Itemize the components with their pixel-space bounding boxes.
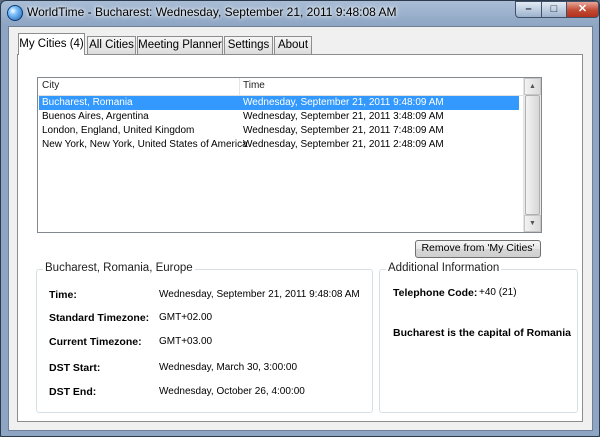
current-timezone-label: Current Timezone: — [49, 336, 142, 348]
dst-start-label: DST Start: — [49, 362, 101, 374]
tab-all-cities[interactable]: All Cities — [87, 36, 136, 54]
dst-end-value: Wednesday, October 26, 4:00:00 — [159, 386, 305, 397]
tab-about[interactable]: About — [274, 36, 312, 54]
city-name: London, England, United Kingdom — [42, 125, 195, 136]
time-label: Time: — [49, 289, 77, 301]
list-item[interactable]: Buenos Aires, Argentina Wednesday, Septe… — [39, 110, 519, 124]
dst-start-value: Wednesday, March 30, 3:00:00 — [159, 362, 298, 373]
app-window: WorldTime - Bucharest: Wednesday, Septem… — [0, 0, 600, 437]
vertical-scrollbar[interactable]: ▲ ▼ — [523, 78, 541, 232]
column-header-time[interactable]: Time — [243, 80, 265, 91]
telephone-code-value: +40 (21) — [479, 287, 517, 298]
city-time: Wednesday, September 21, 2011 9:48:09 AM — [243, 97, 444, 108]
city-time: Wednesday, September 21, 2011 7:48:09 AM — [243, 125, 444, 136]
column-separator[interactable] — [239, 78, 240, 95]
dst-end-label: DST End: — [49, 386, 97, 398]
close-button[interactable]: ✕ — [566, 1, 599, 18]
my-cities-panel: City Time Bucharest, Romania Wednesday, … — [17, 54, 583, 422]
city-note: Bucharest is the capital of Romania — [393, 327, 571, 339]
scroll-up-icon[interactable]: ▲ — [524, 78, 541, 95]
list-item[interactable]: London, England, United Kingdom Wednesda… — [39, 124, 519, 138]
standard-timezone-value: GMT+02.00 — [159, 312, 213, 323]
city-time: Wednesday, September 21, 2011 2:48:09 AM — [243, 139, 444, 150]
tab-meeting-planner[interactable]: Meeting Planner — [137, 36, 223, 54]
window-title: WorldTime - Bucharest: Wednesday, Septem… — [27, 5, 397, 19]
standard-timezone-label: Standard Timezone: — [49, 312, 150, 324]
additional-info-group: Additional Information Telephone Code: +… — [379, 262, 578, 413]
city-time: Wednesday, September 21, 2011 3:48:09 AM — [243, 111, 444, 122]
city-details-title: Bucharest, Romania, Europe — [43, 262, 195, 274]
city-name: New York, New York, United States of Ame… — [42, 139, 248, 150]
telephone-code-label: Telephone Code: — [393, 287, 478, 299]
scroll-thumb[interactable] — [525, 95, 540, 215]
city-list[interactable]: City Time Bucharest, Romania Wednesday, … — [37, 77, 542, 233]
list-item[interactable]: Bucharest, Romania Wednesday, September … — [39, 96, 519, 110]
tab-my-cities[interactable]: My Cities (4) — [18, 33, 85, 55]
time-value: Wednesday, September 21, 2011 9:48:08 AM — [159, 289, 360, 300]
remove-from-my-cities-button[interactable]: Remove from 'My Cities' — [415, 240, 541, 258]
minimize-button[interactable]: – — [515, 1, 542, 18]
list-header: City Time — [38, 78, 541, 96]
current-timezone-value: GMT+03.00 — [159, 336, 213, 347]
tab-settings[interactable]: Settings — [224, 36, 273, 54]
list-item[interactable]: New York, New York, United States of Ame… — [39, 138, 519, 152]
title-bar[interactable]: WorldTime - Bucharest: Wednesday, Septem… — [1, 1, 599, 25]
additional-info-title: Additional Information — [386, 262, 502, 274]
city-name: Buenos Aires, Argentina — [42, 111, 149, 122]
globe-icon — [7, 5, 23, 21]
city-details-group: Bucharest, Romania, Europe Time: Wednesd… — [36, 262, 373, 413]
scroll-down-icon[interactable]: ▼ — [524, 215, 541, 232]
city-name: Bucharest, Romania — [42, 97, 133, 108]
column-header-city[interactable]: City — [42, 80, 59, 91]
maximize-button[interactable]: □ — [541, 1, 567, 18]
client-area: My Cities (4) All Cities Meeting Planner… — [8, 26, 593, 431]
